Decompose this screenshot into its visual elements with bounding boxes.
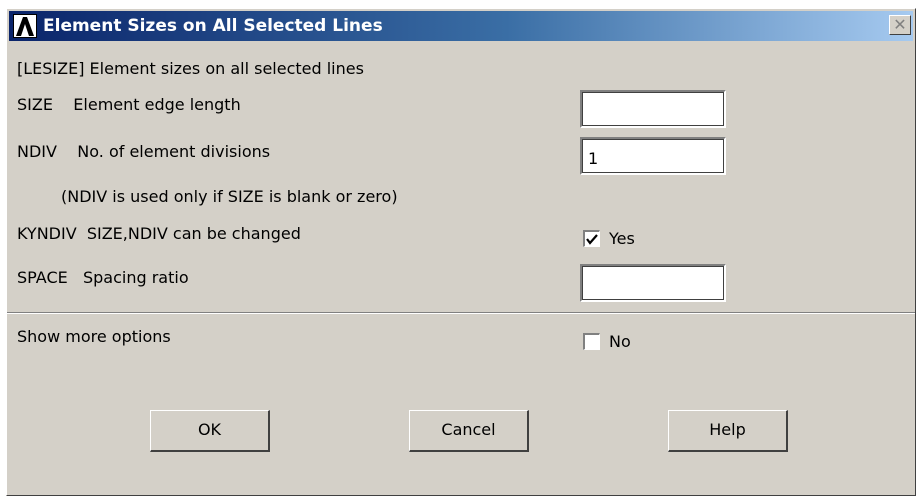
more-options-label: Show more options xyxy=(17,327,171,346)
checkmark-icon xyxy=(586,234,598,245)
ndiv-note: (NDIV is used only if SIZE is blank or z… xyxy=(61,187,398,206)
cancel-button[interactable]: Cancel xyxy=(409,410,529,452)
space-input[interactable] xyxy=(580,264,726,302)
ndiv-input-value[interactable] xyxy=(588,149,718,168)
separator xyxy=(7,312,915,314)
close-icon: ✕ xyxy=(893,15,907,34)
help-button[interactable]: Help xyxy=(668,410,788,452)
kyndiv-state-label: Yes xyxy=(609,229,635,248)
ok-button[interactable]: OK xyxy=(150,410,270,452)
command-header: [LESIZE] Element sizes on all selected l… xyxy=(17,59,364,78)
size-input-value[interactable] xyxy=(588,102,718,121)
more-options-state-label: No xyxy=(609,332,631,351)
kyndiv-label: KYNDIV SIZE,NDIV can be changed xyxy=(17,224,301,243)
more-options-checkbox[interactable] xyxy=(583,333,600,350)
element-sizes-dialog: Element Sizes on All Selected Lines ✕ [L… xyxy=(6,8,916,496)
space-label: SPACE Spacing ratio xyxy=(17,268,189,287)
window-title: Element Sizes on All Selected Lines xyxy=(43,16,383,36)
space-input-value[interactable] xyxy=(588,276,718,295)
size-input[interactable] xyxy=(580,90,726,128)
ansys-logo-icon xyxy=(13,14,37,38)
ndiv-label: NDIV No. of element divisions xyxy=(17,142,271,161)
ndiv-input[interactable] xyxy=(580,137,726,175)
kyndiv-checkbox[interactable] xyxy=(583,230,600,247)
close-button[interactable]: ✕ xyxy=(889,15,911,35)
title-bar[interactable]: Element Sizes on All Selected Lines ✕ xyxy=(9,11,913,41)
size-label: SIZE Element edge length xyxy=(17,95,241,114)
